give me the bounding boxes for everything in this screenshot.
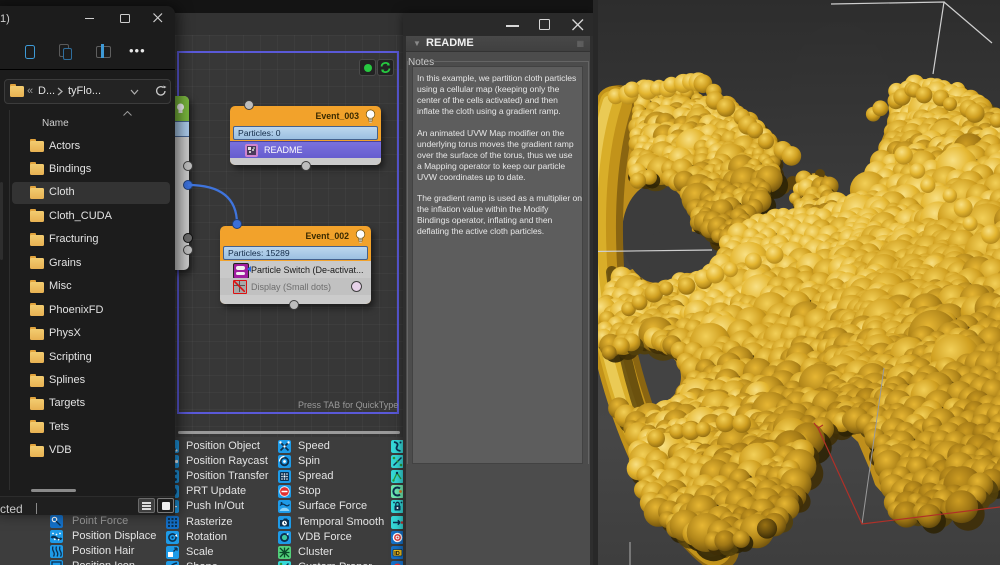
svg-text:ID: ID — [394, 550, 400, 556]
